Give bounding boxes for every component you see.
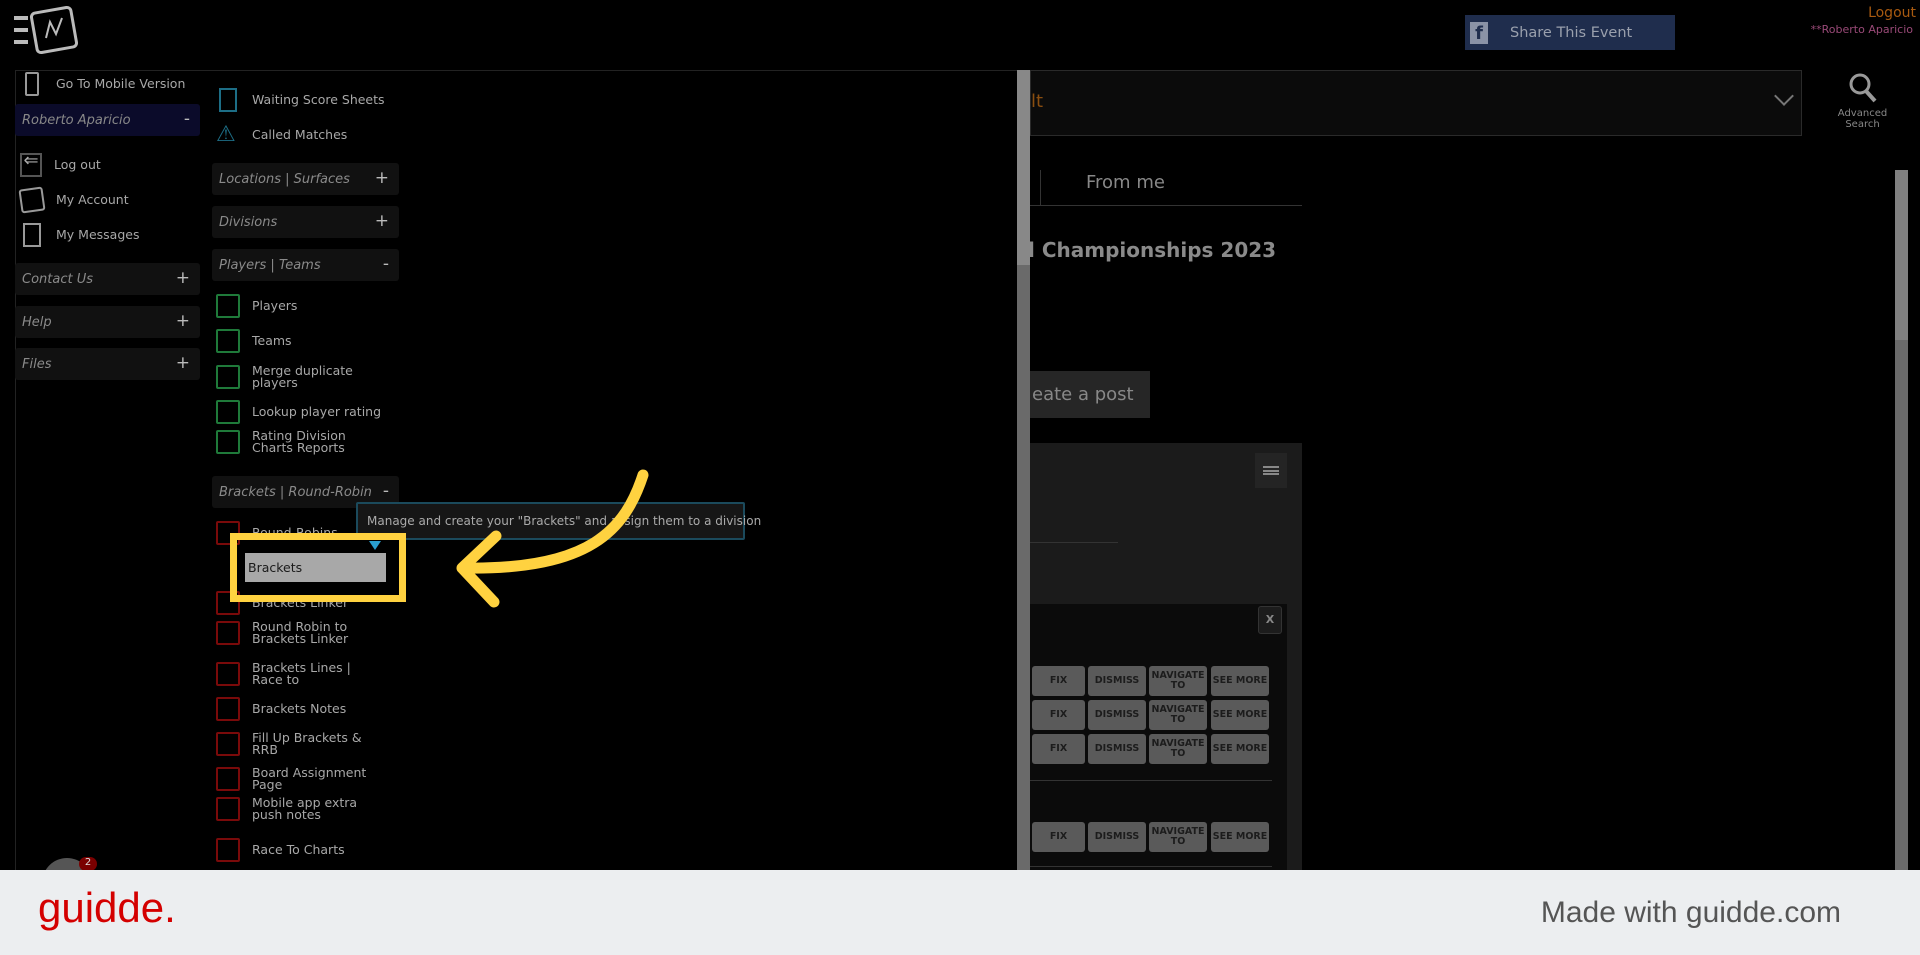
menu-item-rating-division-charts-reports[interactable]: Rating Division Charts Reports [216,429,382,454]
dismiss-button[interactable]: DISMISS [1088,734,1146,764]
messages-icon [23,223,41,247]
menu-scrollbar[interactable] [1017,70,1030,870]
see-more-button[interactable]: SEE MORE [1211,700,1269,730]
create-post-button[interactable]: eate a post [1030,371,1150,418]
fill-up-icon [216,732,240,756]
menu-item-round-robin-to-brackets-linker[interactable]: Round Robin to Brackets Linker [216,620,382,645]
fix-button[interactable]: FIX [1032,666,1085,696]
share-event-button[interactable]: f Share This Event [1465,15,1675,50]
dismiss-button[interactable]: DISMISS [1088,666,1146,696]
menu-border [15,70,1017,71]
pointer-arrow-icon [456,469,649,608]
navigate-button[interactable]: NAVIGATE TO [1149,666,1207,696]
fix-button[interactable]: FIX [1032,822,1085,852]
section-contact-us[interactable]: Contact Us + [15,263,200,295]
page-scrollbar[interactable] [1895,170,1908,870]
menu-border-left [15,70,16,870]
logout-link[interactable]: Logout [1868,5,1916,21]
notification-badge: 2 [79,857,97,871]
menu-item-brackets-notes[interactable]: Brackets Notes [216,697,382,721]
team-icon [216,329,240,353]
rr-linker-icon [216,621,240,645]
section-players-teams[interactable]: Players | Teams - [212,249,399,281]
log-out-icon: ⇐ [20,152,42,177]
menu-item-teams[interactable]: Teams [216,329,382,353]
menu-item-race-to-charts[interactable]: Race To Charts [216,838,382,862]
feed-panel: X [1030,443,1302,870]
brackets-highlighted-item[interactable]: Brackets [245,553,386,582]
advanced-search-button[interactable]: Advanced Search [1830,72,1895,130]
navigate-button[interactable]: NAVIGATE TO [1149,734,1207,764]
hourglass-clipboard-icon [219,88,237,112]
section-help[interactable]: Help + [15,306,200,338]
group-icon [216,365,240,389]
dismiss-button[interactable]: DISMISS [1088,700,1146,730]
menu-item-my-account[interactable]: My Account [18,186,129,214]
section-divisions[interactable]: Divisions + [212,206,399,238]
tab-underline [1030,205,1302,206]
menu-item-mobile-app-extra-push-notes[interactable]: Mobile app extra push notes [216,796,382,821]
user-name: **Roberto Aparicio [1810,23,1913,36]
menu-item-called-matches[interactable]: ⚠ Called Matches [216,123,347,147]
app-logo[interactable] [14,4,84,59]
bracket-lines-icon [216,662,240,686]
menu-item-lookup-player-rating[interactable]: Lookup player rating [216,400,382,424]
event-dropdown[interactable]: lt [1030,70,1802,136]
close-alerts-button[interactable]: X [1258,606,1282,634]
tab-from-me[interactable]: From me [1086,172,1165,193]
mobile-icon [216,797,240,821]
menu-item-mobile-version[interactable]: Go To Mobile Version [20,72,185,96]
fix-button[interactable]: FIX [1032,700,1085,730]
hamburger-menu-button[interactable] [1255,453,1287,488]
menu-item-waiting-score-sheets[interactable]: Waiting Score Sheets [216,88,385,112]
see-more-button[interactable]: SEE MORE [1211,666,1269,696]
menu-item-log-out[interactable]: ⇐ Log out [20,152,101,177]
search-icon [1849,73,1876,103]
rating-chart-icon [216,400,240,424]
warning-icon: ⚠ [216,122,236,147]
account-icon [18,186,46,214]
guidde-footer: guidde. Made with guidde.com [0,870,1920,955]
rating-report-icon [216,430,240,454]
navigate-button[interactable]: NAVIGATE TO [1149,700,1207,730]
see-more-button[interactable]: SEE MORE [1211,822,1269,852]
tab-separator [1040,170,1041,205]
menu-item-players[interactable]: Players [216,294,382,318]
guidde-logo: guidde. [38,884,176,931]
player-icon [216,294,240,318]
dismiss-button[interactable]: DISMISS [1088,822,1146,852]
footer-tagline: Made with guidde.com [1540,896,1841,929]
see-more-button[interactable]: SEE MORE [1211,734,1269,764]
mobile-phone-icon [25,72,39,96]
logo-menu-icon [14,5,79,55]
facebook-icon: f [1470,21,1488,44]
event-title: l Championships 2023 [1028,238,1277,262]
chevron-down-icon [1774,86,1794,106]
menu-item-my-messages[interactable]: My Messages [20,223,139,247]
navigate-button[interactable]: NAVIGATE TO [1149,822,1207,852]
section-user[interactable]: Roberto Aparicio - [15,104,200,136]
fix-button[interactable]: FIX [1032,734,1085,764]
menu-item-merge-duplicate-players[interactable]: Merge duplicate players [216,364,382,389]
menu-item-board-assignment-page[interactable]: Board Assignment Page [216,766,382,791]
clipboard-icon [216,767,240,791]
menu-item-brackets-lines-race-to[interactable]: Brackets Lines | Race to [216,661,382,686]
section-locations[interactable]: Locations | Surfaces + [212,163,399,195]
section-files[interactable]: Files + [15,348,200,380]
notes-icon [216,697,240,721]
menu-item-fill-up-brackets-rrb[interactable]: Fill Up Brackets & RRB [216,731,382,756]
grid-icon [216,838,240,862]
